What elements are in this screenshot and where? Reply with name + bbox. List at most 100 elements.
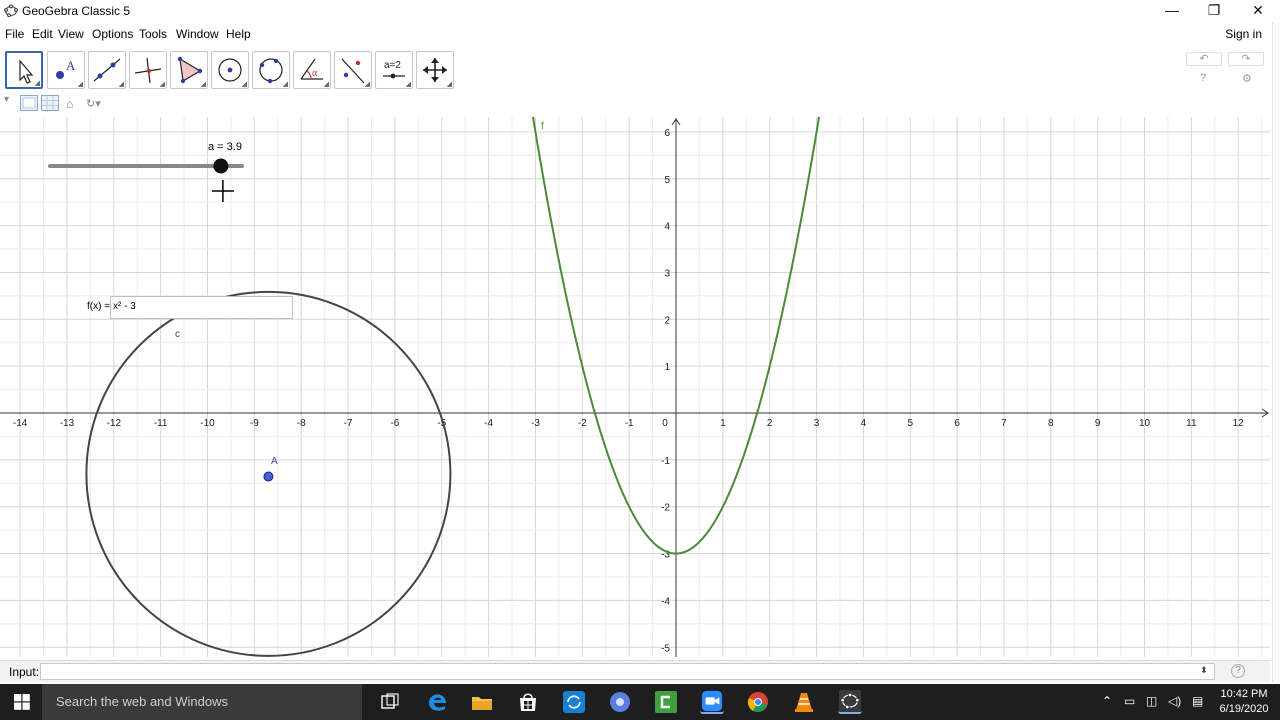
angle-icon: α (300, 58, 323, 80)
x-axis-tick-label: 12 (1233, 418, 1245, 429)
x-axis-tick-label: -11 (154, 418, 168, 429)
y-axis-tick-label: 3 (664, 268, 670, 279)
windows-start-icon[interactable] (14, 694, 30, 710)
x-axis-tick-label: -13 (60, 418, 75, 429)
tool-line[interactable]: ◢ (88, 51, 126, 89)
taskbar-search-box[interactable]: Search the web and Windows (42, 684, 362, 720)
ellipse-icon (259, 58, 283, 84)
x-axis-tick-label: 8 (1048, 418, 1054, 429)
tool-angle[interactable]: α ◢ (293, 51, 331, 89)
function-input-box[interactable]: x² - 3 (110, 296, 293, 319)
input-help-icon[interactable]: ? (1231, 664, 1245, 678)
x-axis-tick-label: 9 (1095, 418, 1101, 429)
right-panel-edge (1272, 22, 1280, 682)
input-dropdown-icon[interactable]: ⬍ (1200, 665, 1208, 676)
zoom-app-icon[interactable] (700, 690, 724, 714)
x-axis-tick-label: -6 (390, 418, 399, 429)
tool-reflect[interactable]: ◢ (334, 51, 372, 89)
tool-polygon[interactable]: ◢ (170, 51, 208, 89)
vlc-icon[interactable] (792, 690, 816, 714)
x-axis-tick-label: -3 (531, 418, 540, 429)
zoom-dropdown-icon[interactable]: ↻▾ (86, 97, 101, 110)
x-axis-tick-label: -12 (107, 418, 122, 429)
restore-button[interactable]: ❐ (1194, 0, 1234, 22)
menu-options[interactable]: Options (92, 27, 133, 41)
help-icon[interactable]: ? (1200, 72, 1206, 84)
notifications-icon[interactable]: ▤ (1192, 694, 1203, 708)
battery-icon[interactable]: ▭ (1124, 694, 1135, 708)
menu-tools[interactable]: Tools (139, 27, 167, 41)
svg-text:A: A (66, 58, 76, 73)
style-bar: ▾ ⌂ ↻▾ (0, 94, 1280, 114)
line-through-points-icon (93, 58, 121, 82)
stylebar-toggle-icon[interactable]: ▾ (4, 94, 9, 105)
x-axis-tick-label: -10 (200, 418, 215, 429)
y-axis-tick-label: 1 (664, 362, 670, 373)
tool-ellipse[interactable]: ◢ (252, 51, 290, 89)
edge-browser-icon[interactable] (426, 690, 450, 714)
network-icon[interactable]: ◫ (1146, 694, 1157, 708)
chrome-icon[interactable] (746, 690, 770, 714)
menu-view[interactable]: View (58, 27, 84, 41)
title-bar: GeoGebra Classic 5 — ❐ ✕ (0, 0, 1280, 22)
y-axis-tick-label: 5 (664, 175, 670, 186)
tool-move[interactable]: ◢ (5, 51, 43, 89)
move-graphics-icon (423, 58, 447, 82)
x-axis-tick-label: 4 (861, 418, 867, 429)
windows-taskbar: Search the web and Windows ⌃ ▭ ◫ ◁) ▤ 10… (0, 684, 1280, 720)
y-axis-tick-label: -5 (661, 643, 670, 654)
x-axis-tick-label: 11 (1186, 418, 1197, 429)
geogebra-taskbar-icon[interactable] (838, 690, 862, 714)
reflect-icon (341, 58, 365, 84)
algebra-input-field[interactable] (40, 663, 1215, 680)
menu-file[interactable]: File (5, 27, 24, 41)
menu-window[interactable]: Window (176, 27, 219, 41)
x-axis-tick-label: 0 (662, 418, 668, 429)
grid-toggle-icon[interactable] (41, 95, 59, 111)
file-explorer-icon[interactable] (470, 690, 494, 714)
menu-edit[interactable]: Edit (32, 27, 53, 41)
task-view-icon[interactable] (378, 690, 402, 714)
x-axis-tick-label: 7 (1001, 418, 1007, 429)
y-axis-tick-label: -4 (661, 596, 670, 607)
y-axis-tick-label: 4 (664, 222, 670, 233)
volume-icon[interactable]: ◁) (1168, 694, 1181, 708)
slider-icon: a=2 (383, 60, 405, 79)
taskbar-search-placeholder: Search the web and Windows (56, 694, 228, 709)
sign-in-link[interactable]: Sign in (1225, 27, 1262, 41)
graphics-view[interactable]: -14 -13 -12 -11 -10 -9 -8 -7 -6 -5 -4 -3 -2 -1 0 1 2 3 4 5 6… (0, 117, 1270, 657)
browser-app-icon[interactable] (608, 690, 632, 714)
x-axis-tick-label: -8 (297, 418, 306, 429)
sync-app-icon[interactable] (562, 690, 586, 714)
geogebra-app-icon (4, 4, 18, 18)
graphics-canvas[interactable]: -14 -13 -12 -11 -10 -9 -8 -7 -6 -5 -4 -3 -2 -1 0 1 2 3 4 5 6… (0, 117, 1270, 657)
menu-help[interactable]: Help (226, 27, 251, 41)
store-icon[interactable] (516, 690, 540, 714)
x-axis-tick-label: 6 (954, 418, 960, 429)
window-title: GeoGebra Classic 5 (22, 4, 131, 18)
x-axis-tick-label: 10 (1139, 418, 1151, 429)
tool-slider[interactable]: a=2 ◢ (375, 51, 413, 89)
undo-button[interactable]: ↶ (1186, 52, 1222, 66)
home-icon[interactable]: ⌂ (66, 97, 73, 111)
settings-icon[interactable]: ⚙ (1242, 72, 1252, 85)
tool-perpendicular[interactable]: ◢ (129, 51, 167, 89)
circle-center-point-icon (218, 58, 242, 82)
redo-button[interactable]: ↷ (1228, 52, 1264, 66)
close-button[interactable]: ✕ (1238, 0, 1278, 22)
minimize-button[interactable]: — (1152, 0, 1192, 22)
x-axis-tick-label: 5 (907, 418, 913, 429)
function-input-label: f(x) = (87, 301, 111, 312)
axes-toggle-icon[interactable] (20, 95, 38, 111)
polygon-icon (177, 56, 203, 84)
x-axis-tick-label: -7 (344, 418, 353, 429)
tool-circle[interactable]: ◢ (211, 51, 249, 89)
camtasia-icon[interactable] (654, 690, 678, 714)
tool-move-graphics[interactable]: ◢ (416, 51, 454, 89)
y-axis-tick-label: -1 (661, 456, 670, 467)
taskbar-clock[interactable]: 10:42 PM 6/19/2020 (1214, 687, 1274, 717)
svg-text:α: α (312, 68, 318, 79)
svg-text:a=2: a=2 (384, 60, 401, 71)
tool-point[interactable]: A ◢ (47, 51, 85, 89)
tray-chevron-icon[interactable]: ⌃ (1102, 694, 1112, 708)
